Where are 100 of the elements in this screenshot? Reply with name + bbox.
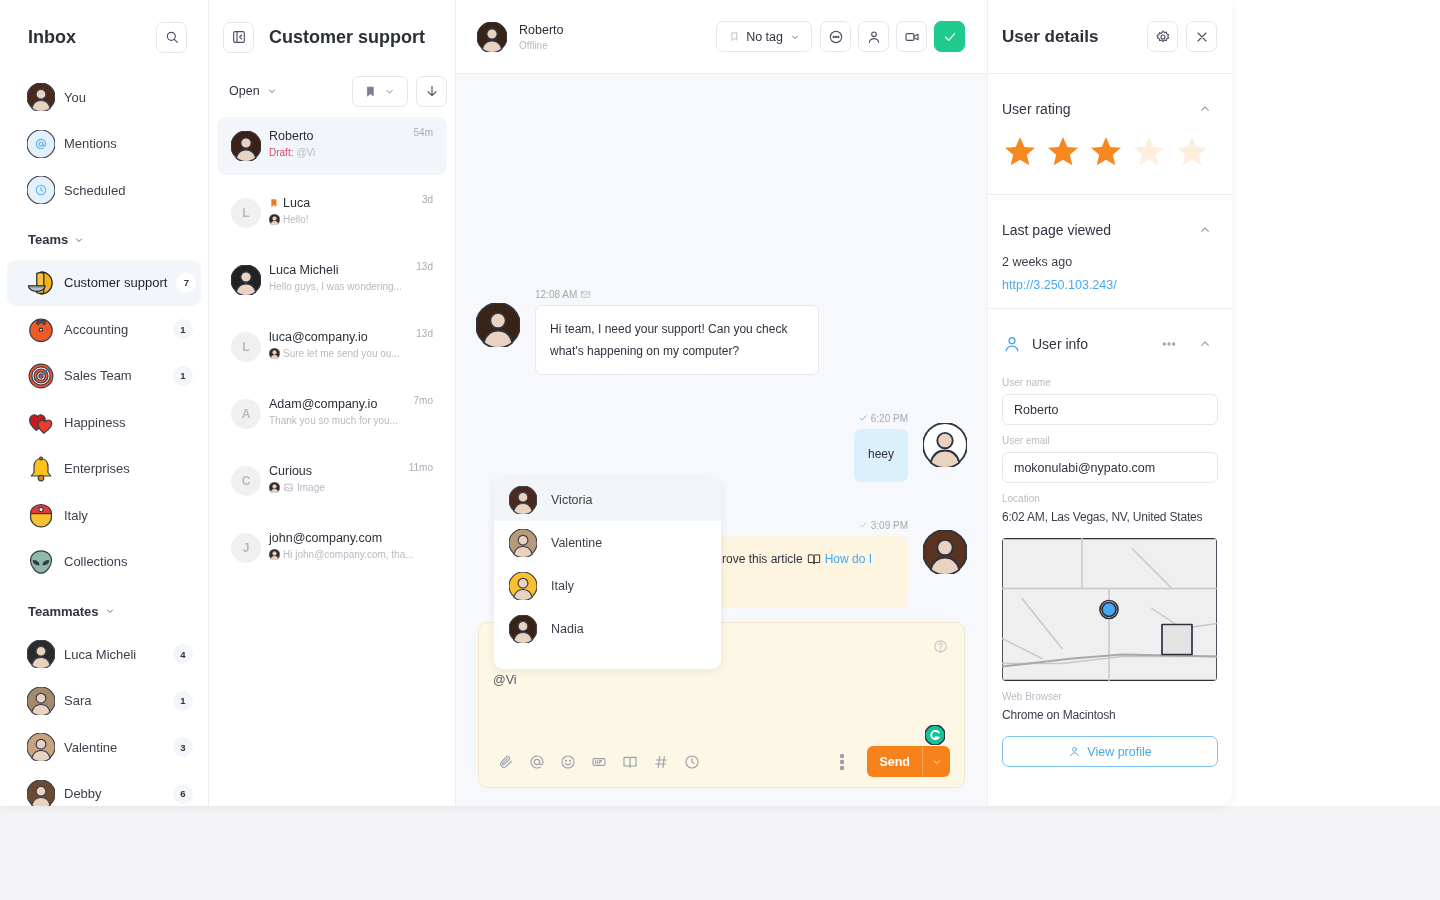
user-icon — [1002, 334, 1022, 354]
avatar — [27, 640, 55, 669]
bookmark-icon — [364, 84, 377, 98]
sidebar-item[interactable]: Accounting 1 — [7, 306, 201, 353]
panel-title: User details — [1002, 26, 1099, 47]
contact-name: Roberto — [269, 129, 314, 143]
avatar: C — [231, 466, 261, 496]
resolve-button[interactable] — [934, 21, 965, 52]
contact-name: Adam@company.io — [269, 397, 378, 411]
sidebar-item[interactable]: Italy — [7, 492, 201, 539]
at-icon — [529, 753, 545, 770]
count-badge: 4 — [173, 644, 193, 665]
book-icon — [806, 552, 821, 566]
field-value: 6:02 AM, Las Vegas, NV, United States — [1002, 510, 1204, 524]
sidebar-item[interactable]: Luca Micheli 4 — [7, 631, 201, 678]
sidebar-item[interactable]: Enterprises — [7, 445, 201, 492]
clock-icon — [684, 753, 700, 770]
input-field[interactable]: mokonulabi@nypato.com — [1002, 452, 1218, 483]
sidebar-item[interactable]: Collections — [7, 538, 201, 585]
sidebar-item[interactable]: Debby 6 — [7, 770, 201, 806]
close-button[interactable] — [1186, 21, 1217, 52]
field-label: User email — [1002, 435, 1051, 446]
more-icon — [827, 28, 844, 45]
assign-button[interactable] — [858, 21, 889, 52]
cap-icon — [27, 501, 55, 530]
sidebar-item[interactable]: Scheduled — [7, 167, 201, 214]
conversation-item[interactable]: Luca Micheli Hello guys, I was wondering... 13d — [217, 251, 447, 309]
mention-option[interactable]: Nadia — [494, 607, 721, 650]
message-time: 12:08 AM — [535, 288, 578, 300]
message-preview: Thank you so much for you... — [269, 415, 398, 426]
more-button[interactable] — [820, 21, 851, 52]
sidebar-item[interactable]: Happiness — [7, 399, 201, 446]
draft-label: Draft: — [269, 147, 294, 158]
message-preview: Image — [297, 482, 325, 493]
panel-toggle-button[interactable] — [223, 21, 254, 53]
conversation-item[interactable]: A Adam@company.io Thank you so much for you... 7mo — [217, 385, 447, 443]
timestamp: 3d — [421, 194, 433, 205]
video-call-button[interactable] — [896, 21, 927, 52]
sidebar-item[interactable]: Valentine 3 — [7, 724, 201, 771]
section-title: User info — [1032, 336, 1089, 352]
sidebar-item[interactable]: Sales Team 1 — [7, 352, 201, 399]
section-toggle[interactable]: Teams — [7, 219, 86, 260]
tag-filter-button[interactable] — [352, 75, 408, 107]
tag-dropdown[interactable]: No tag — [716, 21, 812, 52]
clock-icon — [27, 176, 55, 205]
message-bubble: heey — [853, 429, 908, 482]
contact-name: Luca — [283, 196, 311, 210]
avatar — [509, 571, 537, 600]
contact-name: luca@company.io — [269, 330, 368, 344]
count-badge: 7 — [176, 272, 197, 293]
conversation-item[interactable]: L luca@company.io Sure let me send you ou... 13d — [217, 318, 447, 376]
bowl-icon — [27, 268, 55, 297]
contact-name: john@company.com — [269, 531, 383, 545]
avatar — [231, 131, 261, 161]
timestamp: 13d — [416, 261, 433, 272]
paperclip-icon — [498, 753, 514, 770]
status-filter[interactable]: Open — [229, 84, 278, 98]
avatar — [509, 614, 537, 643]
sidebar-item[interactable]: Customer support 7 — [7, 259, 201, 306]
sidebar-item[interactable]: You — [7, 74, 201, 121]
mention-option[interactable]: Valentine — [494, 521, 721, 564]
send-options-button[interactable] — [922, 746, 950, 777]
field-label: Location — [1002, 493, 1041, 504]
alien-icon — [27, 547, 55, 576]
field-value: Chrome on Macintosh — [1002, 708, 1117, 722]
count-badge: 1 — [173, 365, 193, 386]
avatar: L — [231, 198, 261, 228]
mention-option[interactable]: Italy — [494, 564, 721, 607]
contact-name: Roberto — [519, 22, 564, 37]
avatar: J — [231, 533, 261, 563]
avatar — [509, 485, 537, 514]
field-label: User name — [1002, 377, 1052, 388]
conversation-item[interactable]: J john@company.com Hi john@company.com, tha... — [217, 519, 447, 577]
conversation-item[interactable]: C Curious Image 11mo — [217, 452, 447, 510]
timestamp: 11mo — [408, 462, 433, 473]
search-button[interactable] — [156, 21, 187, 53]
more-icon — [840, 753, 845, 770]
sidebar-item[interactable]: Sara 1 — [7, 677, 201, 724]
field-label: Web Browser — [1002, 691, 1063, 702]
message-preview: Hello guys, I was wondering... — [269, 281, 402, 292]
avatar: A — [231, 399, 261, 429]
avatar — [27, 779, 55, 806]
avatar — [923, 530, 967, 574]
settings-button[interactable] — [1147, 21, 1178, 52]
contact-name: Curious — [269, 464, 313, 478]
avatar — [27, 686, 55, 715]
inbox-title: Inbox — [28, 26, 76, 48]
message-text: rove this article — [722, 551, 803, 568]
timestamp: 54m — [413, 127, 433, 138]
section-toggle[interactable]: Teammates — [7, 591, 116, 631]
sidebar-icon — [230, 29, 247, 45]
sidebar-item[interactable]: Mentions — [7, 120, 201, 167]
mention-option[interactable]: Victoria — [494, 478, 721, 521]
conversation-item[interactable]: L Luca Hello! 3d — [217, 184, 447, 242]
grammar-check-icon — [925, 725, 945, 745]
count-badge: 6 — [173, 783, 193, 804]
count-badge: 1 — [173, 690, 193, 711]
input-field[interactable]: Roberto — [1002, 394, 1218, 425]
message-time: 6:20 PM — [870, 412, 908, 424]
sort-button[interactable] — [416, 75, 447, 107]
